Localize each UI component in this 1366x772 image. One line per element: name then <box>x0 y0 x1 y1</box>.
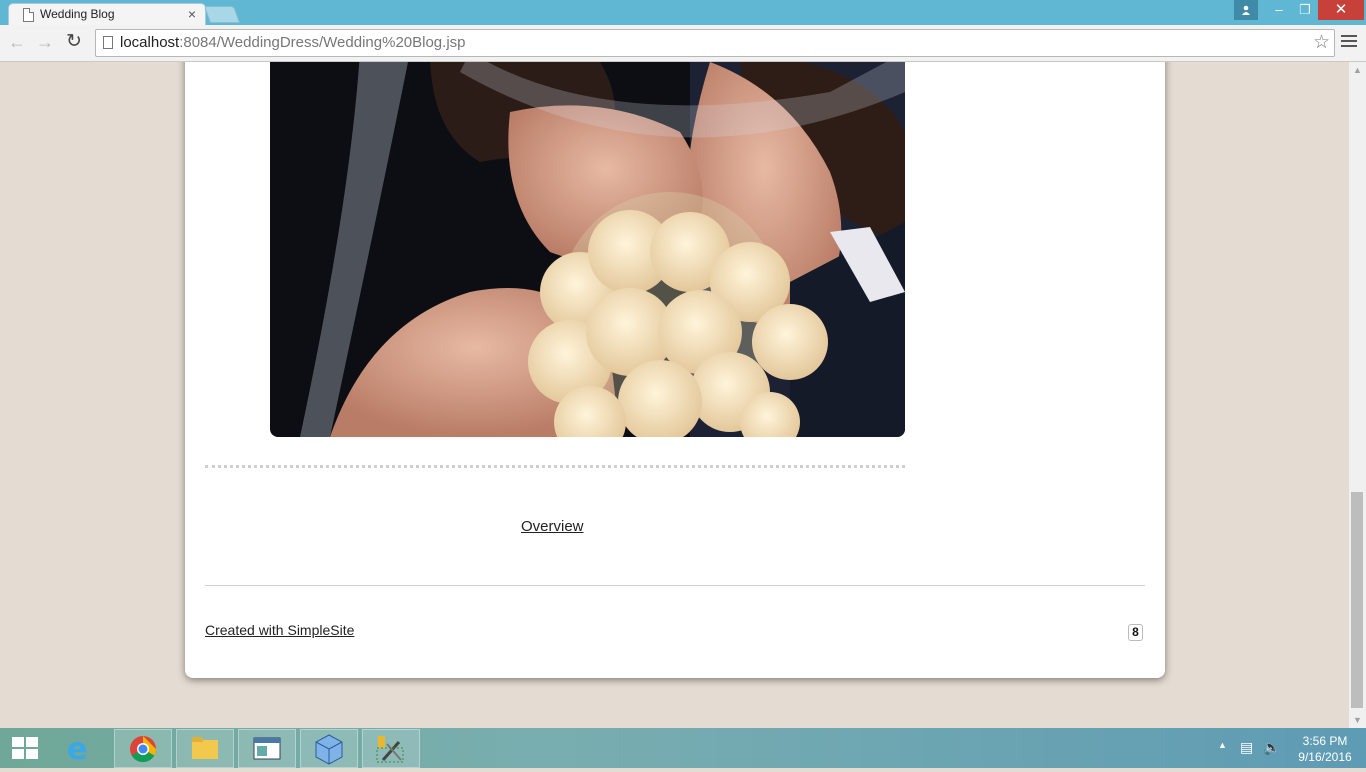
user-profile-icon[interactable] <box>1234 0 1258 20</box>
app-window-icon[interactable] <box>238 729 296 768</box>
simplesite-link[interactable]: Created with SimpleSite <box>205 622 354 638</box>
minimize-button[interactable]: – <box>1266 0 1292 20</box>
vertical-scrollbar[interactable]: ▲ ▼ <box>1349 62 1366 728</box>
scrollbar-thumb[interactable] <box>1351 492 1363 708</box>
page-viewport: Overview Created with SimpleSite 8 <box>0 62 1349 728</box>
blog-content-card: Overview Created with SimpleSite 8 <box>185 62 1165 678</box>
virtualbox-icon[interactable] <box>300 729 358 768</box>
page-icon <box>23 8 34 22</box>
star-icon[interactable]: ☆ <box>1313 31 1330 54</box>
reload-icon[interactable]: ↻ <box>66 31 82 53</box>
browser-toolbar: ← → ↻ localhost:8084/WeddingDress/Weddin… <box>0 25 1366 62</box>
restore-button[interactable]: ❐ <box>1292 0 1318 20</box>
hamburger-icon[interactable] <box>1341 32 1357 50</box>
url-text[interactable]: localhost:8084/WeddingDress/Wedding%20Bl… <box>120 34 466 51</box>
overview-link[interactable]: Overview <box>521 518 584 535</box>
svg-text:e: e <box>67 732 87 766</box>
network-icon[interactable]: ▤ <box>1240 739 1253 756</box>
volume-icon[interactable]: 🔈 <box>1263 739 1280 756</box>
windows-start-icon[interactable] <box>12 737 38 759</box>
simplesite-badge[interactable]: 8 <box>1128 624 1143 641</box>
arrow-right-icon[interactable]: → <box>36 31 54 53</box>
footer-divider <box>205 585 1145 586</box>
address-bar[interactable]: localhost:8084/WeddingDress/Wedding%20Bl… <box>95 29 1335 57</box>
arrow-left-icon[interactable]: ← <box>8 31 26 53</box>
internet-explorer-icon[interactable]: e <box>53 729 109 767</box>
clock-date: 9/16/2016 <box>1298 750 1352 764</box>
clock-time: 3:56 PM <box>1302 734 1348 748</box>
chrome-icon[interactable] <box>114 729 172 768</box>
system-clock[interactable]: 3:56 PM 9/16/2016 <box>1292 733 1358 765</box>
tools-icon[interactable] <box>362 729 420 768</box>
browser-title-bar: Wedding Blog × – ❐ ✕ <box>0 0 1366 26</box>
show-hidden-icons[interactable]: ▲ <box>1218 740 1227 750</box>
dotted-divider <box>205 465 905 468</box>
scroll-down-icon[interactable]: ▼ <box>1353 715 1362 725</box>
browser-tab[interactable]: Wedding Blog × <box>8 3 206 26</box>
tab-close-icon[interactable]: × <box>188 6 196 22</box>
scroll-up-icon[interactable]: ▲ <box>1353 65 1362 75</box>
close-window-button[interactable]: ✕ <box>1318 0 1364 20</box>
file-explorer-icon[interactable] <box>176 729 234 768</box>
tab-title: Wedding Blog <box>40 7 115 21</box>
new-tab-button[interactable] <box>203 6 241 23</box>
wedding-photo <box>270 62 905 437</box>
page-info-icon[interactable] <box>103 36 113 49</box>
windows-taskbar: e ▲ ▤ 🔈 3:56 PM 9/16/2016 <box>0 728 1366 768</box>
